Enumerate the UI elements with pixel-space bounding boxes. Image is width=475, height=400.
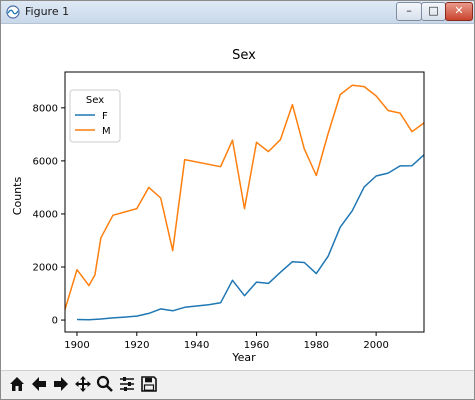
back-arrow-icon <box>32 377 46 391</box>
legend: Sex F M <box>69 89 121 143</box>
navigation-toolbar <box>1 370 474 399</box>
forward-arrow-icon <box>54 377 68 391</box>
pan-button[interactable] <box>73 374 93 394</box>
y-tick-label: 8000 <box>33 103 58 114</box>
close-button[interactable]: ✕ <box>445 2 473 21</box>
legend-label-m: M <box>102 126 111 137</box>
x-tick-label: 1940 <box>184 340 209 351</box>
forward-button[interactable] <box>51 374 71 394</box>
app-icon <box>6 5 20 19</box>
x-tick-label: 2000 <box>363 340 388 351</box>
minimize-button[interactable]: – <box>396 2 422 21</box>
maximize-button[interactable]: □ <box>421 2 446 21</box>
line-chart: Sex Year Counts 1900 1920 1940 1960 1980 2000… <box>11 48 425 364</box>
save-icon <box>141 376 157 392</box>
subplots-config-icon <box>120 377 134 391</box>
chart-title: Sex <box>232 48 256 63</box>
legend-label-f: F <box>102 111 108 122</box>
legend-title: Sex <box>86 95 104 106</box>
zoom-icon <box>96 375 113 392</box>
title-bar[interactable]: Figure 1 – □ ✕ <box>1 1 474 24</box>
pan-icon <box>75 376 91 392</box>
x-tick-label: 1900 <box>64 340 89 351</box>
x-axis-label: Year <box>231 351 256 364</box>
y-axis-label: Counts <box>11 177 24 216</box>
y-tick-label: 6000 <box>33 156 58 167</box>
figure-canvas[interactable]: Sex Year Counts 1900 1920 1940 1960 1980 2000… <box>1 24 474 369</box>
x-tick-label: 1920 <box>124 340 149 351</box>
home-button[interactable] <box>7 374 27 394</box>
y-tick-label: 0 <box>52 316 58 327</box>
y-tick-label: 4000 <box>33 209 58 220</box>
figure-window: Figure 1 – □ ✕ Sex Year Counts 1900 1920 1… <box>0 0 475 400</box>
x-tick-label: 1980 <box>304 340 329 351</box>
zoom-button[interactable] <box>95 374 115 394</box>
home-icon <box>10 377 24 391</box>
save-button[interactable] <box>139 374 159 394</box>
subplots-button[interactable] <box>117 374 137 394</box>
y-tick-label: 2000 <box>33 263 58 274</box>
x-tick-label: 1960 <box>244 340 269 351</box>
back-button[interactable] <box>29 374 49 394</box>
window-title: Figure 1 <box>25 5 70 18</box>
